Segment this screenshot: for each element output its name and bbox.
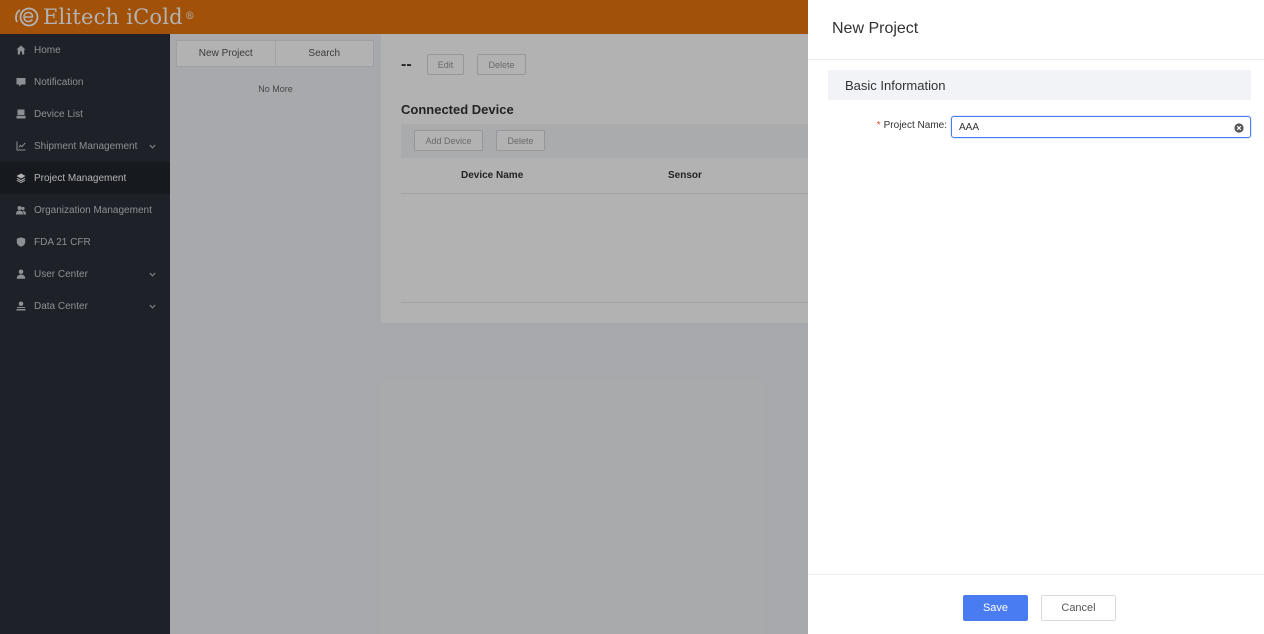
required-mark: * (876, 120, 881, 131)
drawer-header-divider (808, 59, 1264, 60)
clear-input-icon[interactable] (1234, 122, 1244, 133)
project-name-label-text: Project Name: (883, 120, 947, 131)
save-button[interactable]: Save (963, 595, 1028, 621)
drawer-footer-divider (808, 574, 1264, 575)
project-name-input[interactable] (951, 116, 1251, 138)
drawer-title: New Project (832, 20, 919, 37)
project-name-row: * Project Name: (828, 116, 1251, 138)
basic-information-section: Basic Information (828, 70, 1251, 100)
project-name-label: * Project Name: (877, 120, 947, 131)
cancel-button[interactable]: Cancel (1041, 595, 1116, 621)
new-project-drawer: New Project Basic Information * Project N… (808, 0, 1264, 634)
